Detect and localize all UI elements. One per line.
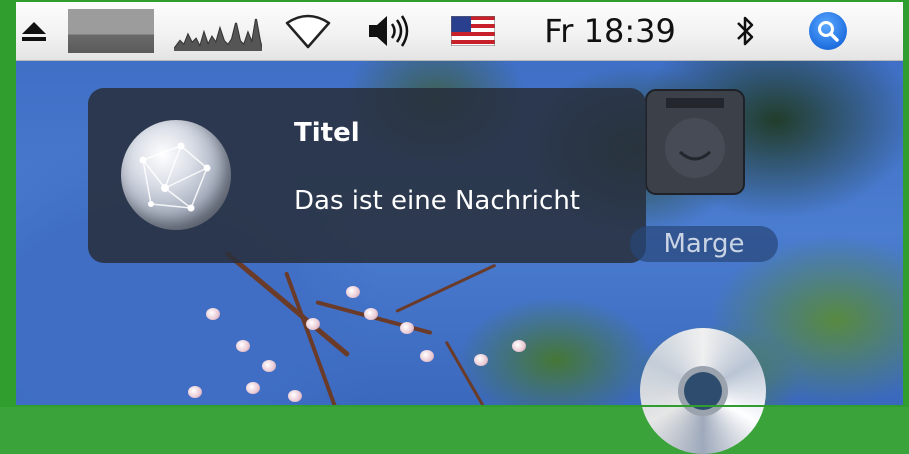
blossom: [262, 360, 276, 372]
eject-icon[interactable]: [16, 2, 52, 60]
blossom: [364, 308, 378, 320]
notification-title: Titel: [294, 118, 360, 148]
blossom: [474, 354, 488, 366]
hard-drive-label[interactable]: Marge: [630, 226, 778, 262]
us-flag-input-icon[interactable]: [450, 2, 496, 60]
menu-bar: Fr 18:39: [16, 2, 903, 61]
cd-hole: [684, 372, 722, 410]
blossom: [400, 322, 414, 334]
wifi-icon[interactable]: [282, 2, 334, 60]
menu-clock[interactable]: Fr 18:39: [530, 2, 690, 60]
cd-disc-icon[interactable]: [640, 328, 766, 454]
blossom: [236, 340, 250, 352]
blossom: [288, 390, 302, 402]
spotlight-icon[interactable]: [806, 2, 850, 60]
blossom: [346, 286, 360, 298]
notification-message: Das ist eine Nachricht: [294, 186, 580, 216]
blossom: [512, 340, 526, 352]
blossom: [206, 308, 220, 320]
blossom: [306, 318, 320, 330]
network-globe-icon: [121, 120, 231, 230]
branch: [395, 263, 497, 313]
notification-bubble[interactable]: Titel Das ist eine Nachricht: [88, 88, 646, 263]
blossom: [420, 350, 434, 362]
hard-drive-icon[interactable]: [640, 86, 750, 198]
branch: [444, 340, 493, 405]
bluetooth-icon[interactable]: [728, 2, 764, 60]
volume-icon[interactable]: [364, 2, 416, 60]
blossom: [246, 382, 260, 394]
activity-graph-icon[interactable]: [174, 2, 262, 60]
blossom: [188, 386, 202, 398]
cpu-meter-icon[interactable]: [68, 2, 154, 60]
